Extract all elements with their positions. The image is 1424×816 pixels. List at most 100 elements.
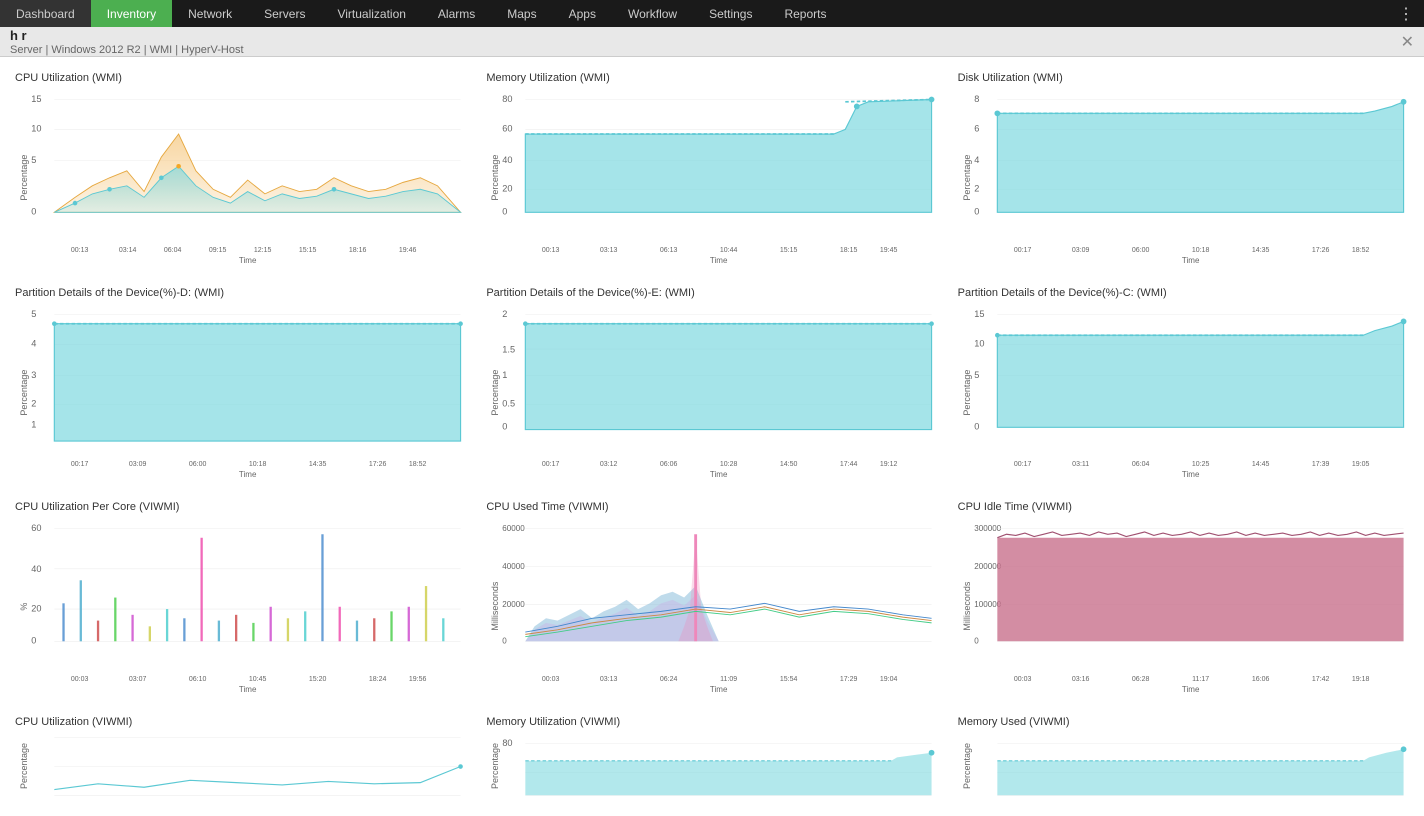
breadcrumb-path: Server | Windows 2012 R2 | WMI | HyperV-… [10,44,244,56]
svg-text:15:15: 15:15 [299,247,317,254]
svg-text:12:15: 12:15 [254,247,272,254]
svg-text:19:56: 19:56 [409,676,427,683]
chart-grid: CPU Utilization (WMI) Percentage [10,67,1414,806]
svg-text:10:18: 10:18 [249,461,267,468]
svg-text:03:14: 03:14 [119,247,137,254]
nav-apps[interactable]: Apps [553,0,612,27]
nav-workflow[interactable]: Workflow [612,0,693,27]
chart-cpu-per-core: CPU Utilization Per Core (VIWMI) % 60 40… [10,496,471,701]
nav-inventory[interactable]: Inventory [91,0,172,27]
svg-text:14:45: 14:45 [1252,461,1270,468]
svg-text:03:09: 03:09 [129,461,147,468]
nav-alarms[interactable]: Alarms [422,0,491,27]
chart-svg-memory-used [972,732,1409,801]
svg-text:16:06: 16:06 [1252,676,1270,683]
svg-text:17:29: 17:29 [840,676,858,683]
svg-text:09:15: 09:15 [209,247,227,254]
svg-text:06:00: 06:00 [189,461,207,468]
svg-text:00:13: 00:13 [71,247,89,254]
svg-text:03:09: 03:09 [1072,247,1090,254]
nav-settings[interactable]: Settings [693,0,768,27]
svg-text:10: 10 [974,338,984,348]
svg-text:0: 0 [974,207,979,217]
svg-text:19:12: 19:12 [880,461,898,468]
svg-text:11:17: 11:17 [1192,676,1209,683]
chart-title-cpu-wmi: CPU Utilization (WMI) [15,72,466,84]
svg-text:5: 5 [31,308,36,318]
nav-virtualization[interactable]: Virtualization [321,0,421,27]
nav-dashboard[interactable]: Dashboard [0,0,91,27]
svg-text:1: 1 [503,369,508,379]
chart-title-cpu-viwmi: CPU Utilization (VIWMI) [15,716,466,728]
chart-cpu-viwmi-partial: CPU Utilization (VIWMI) Percentage [10,711,471,806]
chart-svg-memory-viwmi: 80 [500,732,937,801]
svg-text:19:05: 19:05 [1352,461,1370,468]
svg-text:Time: Time [710,685,728,694]
svg-text:03:16: 03:16 [1072,676,1090,683]
svg-text:17:26: 17:26 [1312,247,1330,254]
svg-text:4: 4 [974,155,979,165]
svg-text:14:50: 14:50 [780,461,798,468]
chart-cpu-wmi: CPU Utilization (WMI) Percentage [10,67,471,272]
yaxis-memory-wmi: Percentage [486,88,500,267]
svg-text:19:46: 19:46 [399,247,417,254]
nav-network[interactable]: Network [172,0,248,27]
svg-text:5: 5 [31,155,36,165]
svg-text:Time: Time [239,685,257,694]
svg-text:40: 40 [503,155,513,165]
svg-text:00:03: 00:03 [71,676,89,683]
chart-title-disk-wmi: Disk Utilization (WMI) [958,72,1409,84]
svg-text:18:24: 18:24 [369,676,387,683]
svg-text:06:24: 06:24 [660,676,678,683]
nav-more-icon[interactable]: ⋮ [1388,4,1424,24]
yaxis-disk-wmi: Percentage [958,88,972,267]
host-name: h r [10,28,244,43]
chart-memory-used-partial: Memory Used (VIWMI) Percentage [953,711,1414,806]
svg-text:10:28: 10:28 [720,461,738,468]
chart-svg-cpu-per-core: 60 40 20 0 [29,517,466,667]
chart-title-cpu-per-core: CPU Utilization Per Core (VIWMI) [15,501,466,513]
svg-text:4: 4 [31,338,36,348]
svg-text:20000: 20000 [503,600,526,609]
svg-text:0: 0 [503,207,508,217]
svg-text:Time: Time [239,256,257,265]
svg-text:14:35: 14:35 [1252,247,1270,254]
nav-maps[interactable]: Maps [491,0,552,27]
nav-servers[interactable]: Servers [248,0,321,27]
svg-text:10:44: 10:44 [720,247,738,254]
svg-text:00:03: 00:03 [542,676,560,683]
svg-text:10:25: 10:25 [1192,461,1210,468]
svg-text:00:17: 00:17 [1014,247,1032,254]
svg-text:2: 2 [31,398,36,408]
svg-text:06:10: 06:10 [189,676,207,683]
yaxis-cpu-per-core: % [15,517,29,696]
svg-text:18:15: 18:15 [840,247,858,254]
yaxis-partition-c: Percentage [958,303,972,482]
svg-text:40: 40 [31,564,41,574]
yaxis-memory-viwmi: Percentage [486,732,500,801]
main-content: CPU Utilization (WMI) Percentage [0,57,1424,816]
svg-text:19:04: 19:04 [880,676,898,683]
svg-text:00:17: 00:17 [542,461,560,468]
chart-memory-viwmi-partial: Memory Utilization (VIWMI) Percentage 80 [481,711,942,806]
nav-reports[interactable]: Reports [768,0,842,27]
svg-text:60000: 60000 [503,524,526,533]
chart-svg-memory-wmi: 80 60 40 20 0 [500,88,937,238]
close-button[interactable]: ✕ [1401,32,1414,52]
yaxis-cpu-wmi: Percentage [15,88,29,267]
svg-text:2: 2 [974,184,979,194]
svg-text:0: 0 [31,207,36,217]
svg-text:10:45: 10:45 [249,676,267,683]
yaxis-partition-e: Percentage [486,303,500,482]
svg-text:0: 0 [503,637,508,646]
svg-text:15:20: 15:20 [309,676,327,683]
svg-text:1.5: 1.5 [503,344,516,354]
svg-text:06:04: 06:04 [1132,461,1150,468]
svg-text:17:44: 17:44 [840,461,858,468]
svg-text:15:15: 15:15 [780,247,798,254]
svg-text:20: 20 [503,184,513,194]
svg-text:00:17: 00:17 [1014,461,1032,468]
breadcrumb-bar: h r Server | Windows 2012 R2 | WMI | Hyp… [0,27,1424,57]
svg-text:03:12: 03:12 [600,461,618,468]
chart-title-partition-d: Partition Details of the Device(%)-D: (W… [15,287,466,299]
